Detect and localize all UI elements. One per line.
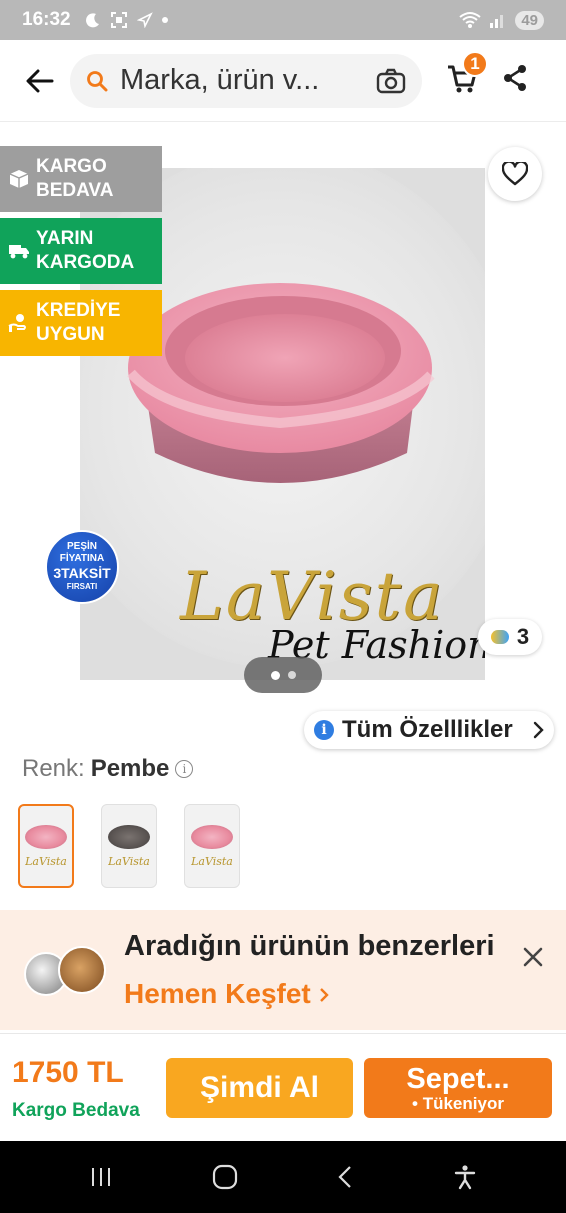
thumbnail-image bbox=[25, 824, 67, 849]
similar-products-title: Aradığın ürünün benzerleri bbox=[124, 930, 495, 962]
pager-dot-active bbox=[270, 670, 280, 680]
image-pager bbox=[244, 657, 322, 693]
buy-now-button[interactable]: Şimdi Al bbox=[166, 1058, 353, 1118]
pet-bed-image bbox=[127, 283, 435, 483]
photo-count-button[interactable]: 3 bbox=[478, 619, 542, 655]
cart-count-badge: 1 bbox=[462, 50, 488, 77]
status-time: 16:32 bbox=[22, 9, 71, 30]
color-option-pink-alt[interactable]: LaVista bbox=[184, 804, 240, 888]
back-nav-icon[interactable] bbox=[336, 1165, 354, 1189]
navigation-icon bbox=[136, 12, 153, 28]
top-nav: Marka, ürün v... 1 bbox=[0, 40, 566, 122]
photo-count-value: 3 bbox=[516, 624, 530, 649]
thumbnail-logo: LaVista bbox=[191, 854, 233, 868]
badge-credit: KREDİYE UYGUN bbox=[0, 290, 162, 356]
all-features-label: Tüm Özelllikler bbox=[342, 716, 513, 743]
badge-next-day-text: YARIN KARGODA bbox=[36, 228, 135, 273]
chevron-right-icon bbox=[533, 721, 544, 739]
thumbnail-image bbox=[108, 824, 150, 849]
thumbnail-image bbox=[191, 824, 233, 849]
coins-hand-icon bbox=[8, 313, 30, 333]
status-right: 49 bbox=[459, 10, 544, 30]
product-price: 1750 TL bbox=[12, 1056, 124, 1089]
search-input[interactable]: Marka, ürün v... bbox=[120, 64, 376, 97]
badge-free-shipping-text: KARGO BEDAVA bbox=[36, 156, 114, 201]
gallery-icon bbox=[490, 630, 509, 644]
share-button[interactable] bbox=[502, 64, 528, 97]
status-icons bbox=[85, 11, 168, 29]
shipping-info: Kargo Bedava bbox=[12, 1100, 140, 1121]
badge-credit-text: KREDİYE UYGUN bbox=[36, 300, 121, 345]
signal-icon bbox=[490, 15, 504, 28]
pager-dot bbox=[287, 671, 296, 679]
notification-dot-icon bbox=[161, 17, 168, 23]
recent-apps-icon[interactable] bbox=[89, 1166, 113, 1188]
status-bar: 16:32 49 bbox=[0, 0, 566, 40]
badge-free-shipping: KARGO BEDAVA bbox=[0, 146, 162, 212]
product-image-area[interactable]: LaVista Pet Fashion KARGO BEDAVA YARIN KAR… bbox=[0, 123, 566, 708]
add-to-cart-button[interactable]: Sepet... • Tükeniyor bbox=[364, 1058, 552, 1118]
installment-sticker: PEŞİN FİYATINA 3TAKSİT FIRSATI bbox=[45, 530, 119, 604]
product-badges: KARGO BEDAVA YARIN KARGODA KREDİYE UYGUN bbox=[0, 146, 162, 362]
similar-products-avatars bbox=[24, 946, 108, 996]
info-icon: i bbox=[314, 720, 334, 740]
moon-icon bbox=[85, 13, 99, 28]
search-icon bbox=[87, 70, 108, 91]
purchase-bar: 1750 TL Kargo Bedava Şimdi Al Sepet... •… bbox=[0, 1033, 566, 1141]
discover-now-link[interactable]: Hemen Keşfet bbox=[124, 978, 329, 1010]
truck-icon bbox=[8, 242, 30, 260]
color-value: Pembe bbox=[90, 755, 170, 782]
thumbnail-logo: LaVista bbox=[108, 854, 150, 868]
heart-icon bbox=[502, 162, 528, 186]
add-to-cart-label: Sepet... bbox=[406, 1063, 510, 1095]
favorite-button[interactable] bbox=[488, 147, 542, 201]
badge-next-day: YARIN KARGODA bbox=[0, 218, 162, 284]
all-features-button[interactable]: i Tüm Özelllikler bbox=[304, 711, 554, 749]
back-button[interactable] bbox=[14, 55, 66, 107]
battery-indicator: 49 bbox=[515, 10, 544, 30]
color-option-gray[interactable]: LaVista bbox=[101, 804, 157, 888]
screenshot-icon bbox=[110, 12, 127, 28]
accessibility-icon[interactable] bbox=[453, 1164, 477, 1190]
color-option-pink[interactable]: LaVista bbox=[18, 804, 74, 888]
thumbnail-logo: LaVista bbox=[25, 854, 67, 868]
color-thumbnails: LaVista LaVista LaVista bbox=[18, 804, 240, 888]
arrow-left-icon bbox=[26, 69, 54, 92]
box-icon bbox=[8, 169, 30, 189]
app-root: 16:32 49 Marka, ürün v... 1 LaVista Pet … bbox=[0, 0, 566, 1213]
share-icon bbox=[504, 65, 526, 91]
home-icon[interactable] bbox=[212, 1164, 238, 1190]
search-bar[interactable]: Marka, ürün v... bbox=[70, 53, 422, 108]
stock-warning: • Tükeniyor bbox=[412, 1094, 504, 1113]
color-variant-row: Renk: Pembe i bbox=[22, 755, 194, 783]
chevron-right-small-icon bbox=[319, 988, 329, 1002]
close-banner-button[interactable] bbox=[522, 946, 544, 973]
system-nav-bar bbox=[0, 1141, 566, 1213]
similar-product-thumb bbox=[58, 946, 106, 994]
info-circle-icon[interactable]: i bbox=[175, 760, 194, 778]
cart-button[interactable]: 1 bbox=[446, 50, 488, 99]
similar-products-banner[interactable]: Aradığın ürünün benzerleri Hemen Keşfet bbox=[0, 910, 566, 1030]
camera-icon[interactable] bbox=[376, 68, 406, 94]
discover-now-label: Hemen Keşfet bbox=[124, 978, 311, 1009]
wifi-icon bbox=[459, 12, 481, 28]
close-icon bbox=[523, 947, 543, 967]
buy-now-label: Şimdi Al bbox=[200, 1071, 319, 1104]
color-label: Renk: bbox=[22, 755, 85, 782]
